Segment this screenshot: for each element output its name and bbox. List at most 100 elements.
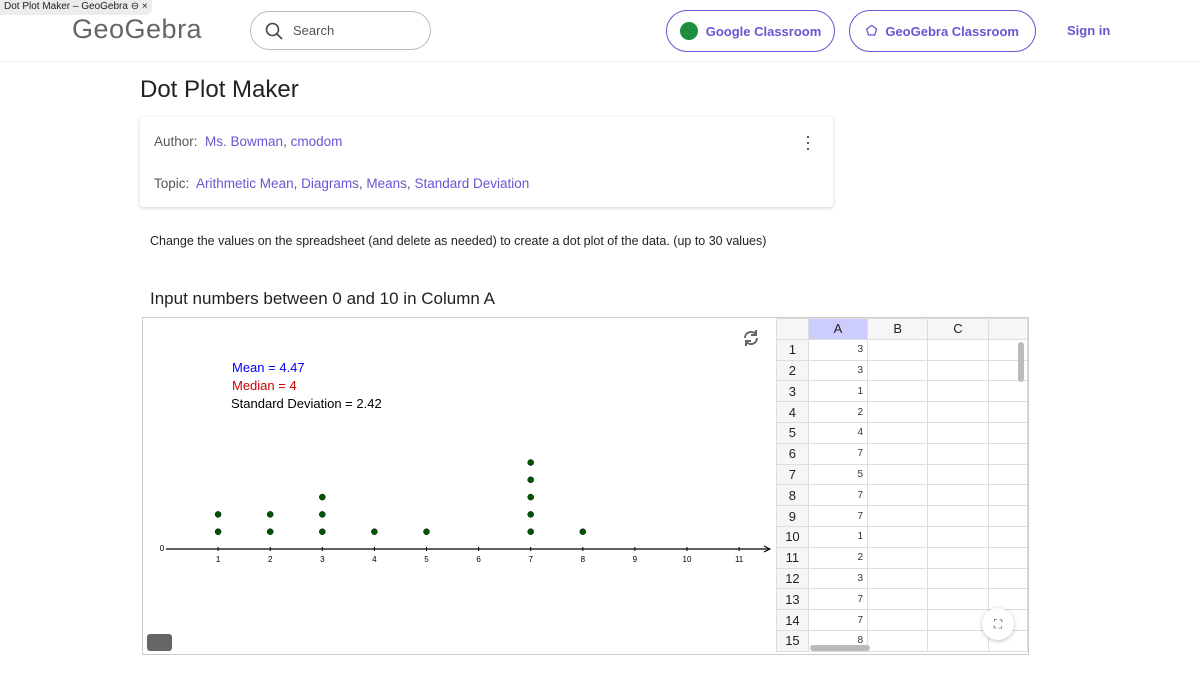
- cell-c[interactable]: [927, 380, 989, 403]
- description: Change the values on the spreadsheet (an…: [150, 234, 767, 248]
- cell-d[interactable]: [987, 588, 1028, 611]
- row-header[interactable]: 5: [776, 421, 809, 444]
- row-header[interactable]: 12: [776, 567, 809, 590]
- row-header[interactable]: 6: [776, 442, 809, 465]
- cell-b[interactable]: [867, 588, 929, 611]
- cell-c[interactable]: [927, 484, 989, 507]
- cell-d[interactable]: [987, 463, 1028, 486]
- cell-a[interactable]: 3: [807, 567, 869, 590]
- cell-c[interactable]: [927, 525, 989, 548]
- geogebra-logo[interactable]: GeoGebra: [72, 14, 202, 45]
- cell-b[interactable]: [867, 401, 929, 423]
- cell-b[interactable]: [867, 505, 929, 527]
- row-header[interactable]: 13: [776, 588, 809, 611]
- cell-d[interactable]: [987, 567, 1028, 590]
- cell-b[interactable]: [867, 442, 929, 465]
- cell-a[interactable]: 5: [807, 463, 869, 486]
- keyboard-icon[interactable]: [147, 634, 172, 651]
- cell-c[interactable]: [927, 463, 989, 486]
- x-tick-label: 4: [372, 555, 377, 564]
- row-header[interactable]: 14: [776, 609, 809, 631]
- cell-a[interactable]: 4: [807, 421, 869, 444]
- cell-c[interactable]: [927, 442, 989, 465]
- cell-d[interactable]: [987, 546, 1028, 569]
- cell-b[interactable]: [867, 484, 929, 507]
- column-header[interactable]: [987, 318, 1028, 340]
- cell-a[interactable]: 1: [807, 380, 869, 403]
- row-header[interactable]: 4: [776, 401, 809, 423]
- topic-link[interactable]: Standard Deviation: [414, 176, 529, 191]
- sign-in-link[interactable]: Sign in: [1067, 23, 1110, 38]
- column-header[interactable]: B: [867, 318, 929, 340]
- cell-d[interactable]: [987, 401, 1028, 423]
- row-header[interactable]: 15: [776, 629, 809, 652]
- vertical-scrollbar[interactable]: [1018, 342, 1024, 382]
- cell-b[interactable]: [867, 359, 929, 382]
- cell-a[interactable]: 7: [807, 588, 869, 611]
- row-header[interactable]: 2: [776, 359, 809, 382]
- more-options-icon[interactable]: · · ·: [805, 127, 811, 157]
- cell-b[interactable]: [867, 546, 929, 569]
- cell-b[interactable]: [867, 338, 929, 361]
- cell-c[interactable]: [927, 588, 989, 611]
- row-header[interactable]: 9: [776, 505, 809, 527]
- cell-b[interactable]: [867, 609, 929, 631]
- cell-b[interactable]: [867, 525, 929, 548]
- row-header[interactable]: 3: [776, 380, 809, 403]
- cell-a[interactable]: 7: [807, 505, 869, 527]
- cell-c[interactable]: [927, 359, 989, 382]
- cell-d[interactable]: [987, 525, 1028, 548]
- cell-c[interactable]: [927, 629, 989, 652]
- author-link[interactable]: cmodom: [291, 134, 343, 149]
- cell-b[interactable]: [867, 629, 929, 652]
- cell-c[interactable]: [927, 338, 989, 361]
- cell-c[interactable]: [927, 567, 989, 590]
- cell-b[interactable]: [867, 380, 929, 403]
- cell-b[interactable]: [867, 567, 929, 590]
- cell-b[interactable]: [867, 421, 929, 444]
- info-card: Author: Ms. Bowman, cmodom Topic: Arithm…: [140, 117, 833, 207]
- x-tick-label: 1: [216, 555, 221, 564]
- cell-a[interactable]: 1: [807, 525, 869, 548]
- topic-link[interactable]: Arithmetic Mean: [196, 176, 294, 191]
- search-input[interactable]: Search: [250, 11, 431, 50]
- geogebra-classroom-button[interactable]: ⬠ GeoGebra Classroom: [849, 10, 1036, 52]
- google-classroom-button[interactable]: Google Classroom: [666, 10, 835, 52]
- cell-d[interactable]: [987, 421, 1028, 444]
- spreadsheet[interactable]: A B C 1 3 2 3 3 1 4 2 5 4 6 7 7 5 8 7 9 7 10 1 11 2 12 3 13 7 14 7 15 8 …: [776, 318, 1028, 654]
- cell-c[interactable]: [927, 609, 989, 631]
- cell-c[interactable]: [927, 421, 989, 444]
- fullscreen-button[interactable]: ⛶: [982, 608, 1014, 640]
- cell-c[interactable]: [927, 505, 989, 527]
- author-link[interactable]: Ms. Bowman: [205, 134, 283, 149]
- cell-a[interactable]: 3: [807, 338, 869, 361]
- column-header[interactable]: A: [807, 318, 869, 340]
- cell-a[interactable]: 2: [807, 546, 869, 569]
- row-header[interactable]: 8: [776, 484, 809, 507]
- column-header[interactable]: C: [927, 318, 989, 340]
- topic-link[interactable]: Means: [366, 176, 407, 191]
- cell-d[interactable]: [987, 484, 1028, 507]
- author-row: Author: Ms. Bowman, cmodom: [154, 134, 343, 149]
- x-tick-label: 9: [633, 555, 638, 564]
- row-header[interactable]: 10: [776, 525, 809, 548]
- row-header[interactable]: 11: [776, 546, 809, 569]
- horizontal-scrollbar[interactable]: [810, 645, 870, 651]
- x-tick-label: 10: [683, 555, 692, 564]
- row-header[interactable]: 1: [776, 338, 809, 361]
- cell-d[interactable]: [987, 380, 1028, 403]
- cell-b[interactable]: [867, 463, 929, 486]
- cell-a[interactable]: 7: [807, 442, 869, 465]
- cell-d[interactable]: [987, 505, 1028, 527]
- cell-c[interactable]: [927, 546, 989, 569]
- cell-a[interactable]: 2: [807, 401, 869, 423]
- topic-link[interactable]: Diagrams: [301, 176, 359, 191]
- row-header[interactable]: 7: [776, 463, 809, 486]
- cell-a[interactable]: 7: [807, 609, 869, 631]
- cell-a[interactable]: 3: [807, 359, 869, 382]
- browser-tab[interactable]: Dot Plot Maker – GeoGebra ⊖ ×: [0, 0, 152, 15]
- cell-d[interactable]: [987, 442, 1028, 465]
- topic-row: Topic: Arithmetic Mean, Diagrams, Means,…: [154, 176, 530, 191]
- cell-a[interactable]: 7: [807, 484, 869, 507]
- cell-c[interactable]: [927, 401, 989, 423]
